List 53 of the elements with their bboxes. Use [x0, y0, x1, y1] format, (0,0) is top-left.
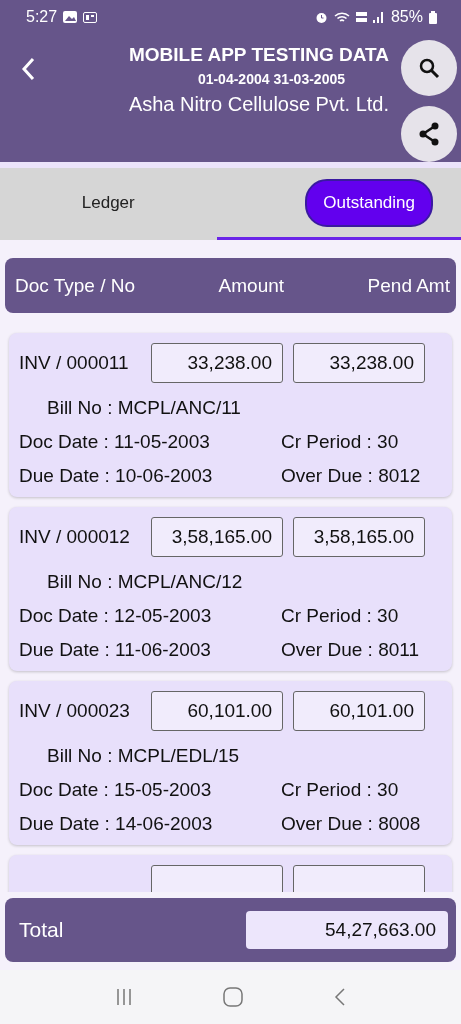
bill-number: Bill No : MCPL/ANC/12: [47, 571, 244, 593]
over-due: Over Due : 8008: [281, 813, 421, 835]
back-nav-button[interactable]: [333, 987, 346, 1007]
column-header: Amount: [218, 274, 285, 297]
pending-amount-field: 60,101.00: [293, 691, 425, 731]
credit-period: Cr Period : 30: [281, 779, 399, 801]
total-label: Total: [19, 918, 64, 942]
pending-amount-field: 3,58,165.00: [293, 517, 425, 557]
battery-level: 85%: [390, 8, 423, 26]
invoice-card[interactable]: INV / 000011 33,238.00 33,238.00 Bill No : MCPL/ANC/11 Doc Date : 11-05-2003 Cr Period : 30 Due Date : 10-06-2003 Over Due : 8012: [9, 333, 452, 497]
due-date: Due Date : 11-06-2003: [19, 639, 212, 661]
bill-number: Bill No : MCPL/ANC/11: [47, 397, 242, 419]
share-button[interactable]: [401, 106, 457, 162]
doc-date: Doc Date : 11-05-2003: [19, 431, 211, 453]
column-header: Doc Type / No: [15, 274, 136, 297]
invoice-card[interactable]: INV / 000023 60,101.00 60,101.00 Bill No : MCPL/EDL/15 Doc Date : 15-05-2003 Cr Period : 30 Due Date : 14-06-2003 Over Due : 8008: [9, 681, 452, 845]
back-icon: [21, 56, 35, 81]
total-field: 54,27,663.00: [246, 911, 448, 949]
amount-field: 33,238.00: [151, 343, 283, 383]
share-icon: [418, 122, 440, 146]
pending-amount-field: 33,238.00: [293, 343, 425, 383]
credit-period: Cr Period : 30: [281, 605, 399, 627]
amount-field: 60,101.00: [151, 691, 283, 731]
recent-apps-button[interactable]: [115, 988, 134, 1006]
report-title: MOBILE APP TESTING DATA: [128, 44, 389, 66]
search-button[interactable]: [401, 40, 457, 96]
due-date: Due Date : 10-06-2003: [19, 465, 214, 487]
over-due: Over Due : 8012: [281, 465, 421, 487]
status-time: 5:27: [26, 8, 58, 26]
doc-number: INV / 000011: [19, 352, 130, 374]
amount-field: 3,58,165.00: [151, 517, 283, 557]
report-period: 01-04-2004 31-03-2005: [197, 71, 345, 87]
gallery-icon: [63, 11, 78, 23]
tab[interactable]: Ledger: [63, 180, 153, 225]
wifi-icon: [333, 10, 350, 24]
alarm-icon: [314, 10, 328, 24]
doc-date: Doc Date : 12-05-2003: [19, 605, 213, 627]
doc-number: INV / 000012: [19, 526, 131, 548]
notification-icon: [83, 11, 98, 23]
credit-period: Cr Period : 30: [281, 431, 399, 453]
battery-icon: [429, 10, 437, 24]
bill-number: Bill No : MCPL/EDL/15: [47, 745, 241, 767]
due-date: Due Date : 14-06-2003: [19, 813, 214, 835]
invoice-card[interactable]: INV / 000012 3,58,165.00 3,58,165.00 Bill No : MCPL/ANC/12 Doc Date : 12-05-2003 Cr Period : 30 Due Date : 11-06-2003 Over Due : 8011: [9, 507, 452, 671]
column-header: Pend Amt: [367, 274, 450, 297]
tab[interactable]: Outstanding: [305, 178, 433, 227]
doc-date: Doc Date : 15-05-2003: [19, 779, 213, 801]
over-due: Over Due : 8011: [281, 639, 419, 661]
company-name: Asha Nitro Cellulose Pvt. Ltd.: [128, 93, 389, 116]
signal-icon: [372, 11, 385, 23]
search-icon: [418, 57, 440, 79]
home-button[interactable]: [223, 987, 244, 1007]
doc-number: INV / 000023: [19, 700, 131, 722]
